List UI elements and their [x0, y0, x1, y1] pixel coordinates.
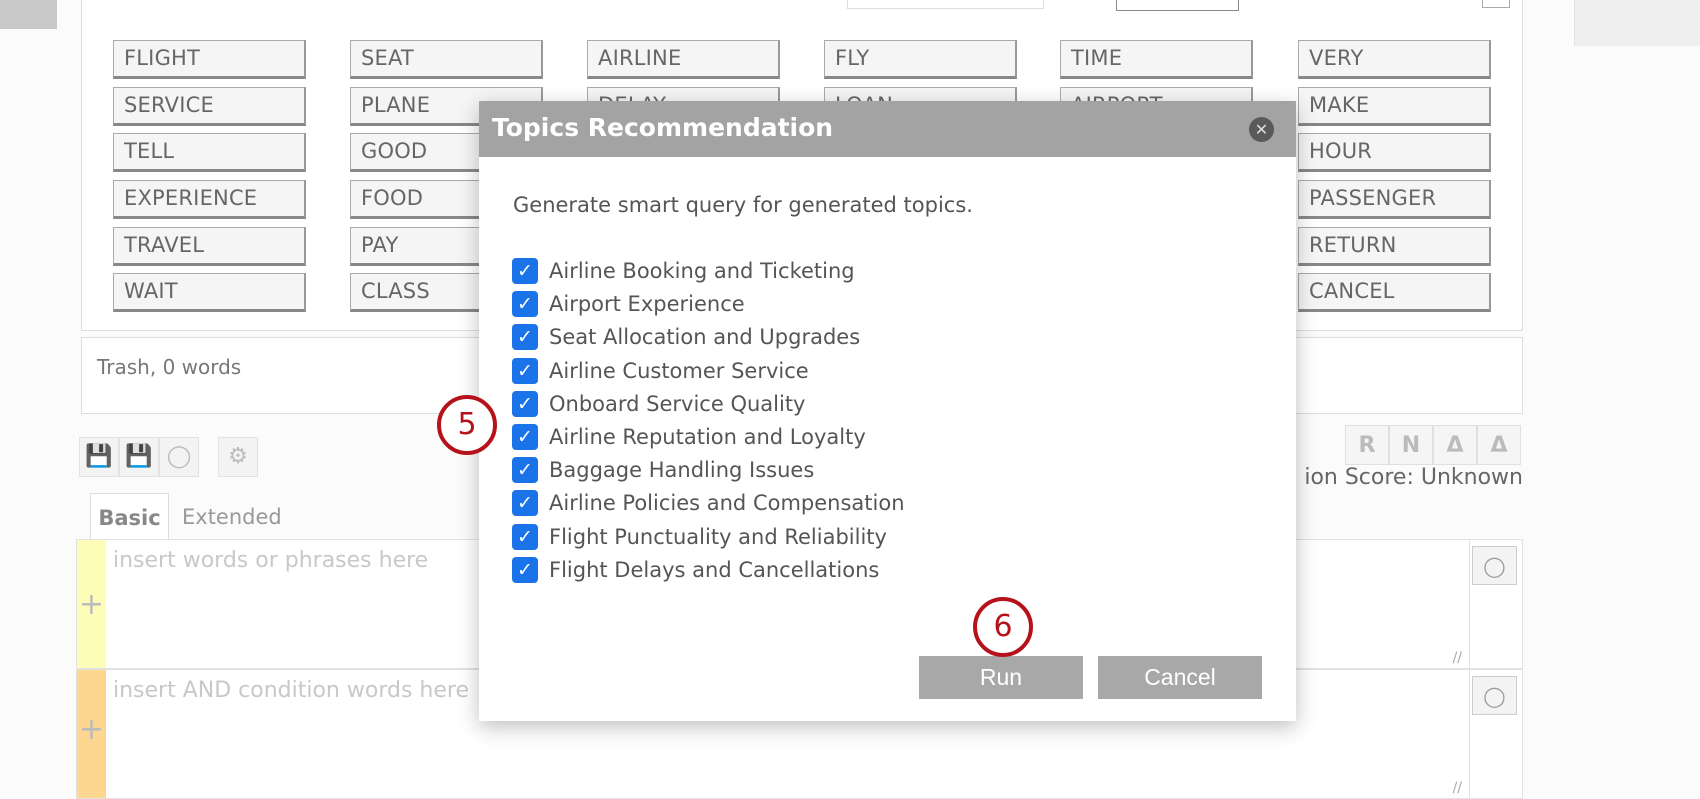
word-button[interactable]: HOUR: [1298, 133, 1491, 172]
topic-label: Airline Customer Service: [549, 359, 809, 383]
and-condition-placeholder: insert AND condition words here: [113, 678, 469, 703]
trash-label: Trash, 0 words: [97, 355, 241, 379]
words-placeholder: insert words or phrases here: [113, 548, 428, 573]
topic-label: Airline Reputation and Loyalty: [549, 425, 866, 449]
lightbulb-suggest-button[interactable]: ◯: [1472, 676, 1517, 715]
topic-item[interactable]: ✓ Onboard Service Quality: [512, 389, 805, 419]
topic-label: Flight Punctuality and Reliability: [549, 525, 887, 549]
word-button[interactable]: TIME: [1060, 40, 1253, 79]
topic-checkbox[interactable]: ✓: [512, 557, 538, 583]
word-button[interactable]: SEAT: [350, 40, 543, 79]
topic-label: Seat Allocation and Upgrades: [549, 325, 860, 349]
lightbulb-suggest-button[interactable]: ◯: [1472, 546, 1517, 585]
topic-checkbox[interactable]: ✓: [512, 358, 538, 384]
n-query-icon[interactable]: N: [1389, 425, 1433, 465]
topic-label: Baggage Handling Issues: [549, 458, 814, 482]
left-sidebar-block: [0, 0, 57, 29]
word-button[interactable]: CANCEL: [1298, 273, 1491, 312]
topic-checkbox[interactable]: ✓: [512, 258, 538, 284]
topics-recommendation-dialog: Topics Recommendation ✕ Generate smart q…: [479, 101, 1296, 721]
tab-basic[interactable]: Basic: [90, 493, 169, 540]
step-5-callout: 5: [437, 395, 497, 455]
word-button[interactable]: MAKE: [1298, 87, 1491, 126]
topic-item[interactable]: ✓ Airline Booking and Ticketing: [512, 256, 855, 286]
r-query-icon[interactable]: R: [1345, 425, 1389, 465]
topic-item[interactable]: ✓ Airline Policies and Compensation: [512, 488, 905, 518]
word-button[interactable]: VERY: [1298, 40, 1491, 79]
save-icon[interactable]: 💾: [79, 437, 119, 477]
sort-select[interactable]: [1116, 0, 1239, 11]
topic-item[interactable]: ✓ Baggage Handling Issues: [512, 455, 814, 485]
topic-item[interactable]: ✓ Flight Delays and Cancellations: [512, 555, 879, 585]
run-button[interactable]: Run: [919, 656, 1083, 699]
settings-sliders-icon[interactable]: ⚙: [218, 437, 258, 477]
word-button[interactable]: TRAVEL: [113, 227, 306, 266]
dialog-title: Topics Recommendation: [492, 113, 833, 142]
word-button[interactable]: EXPERIENCE: [113, 180, 306, 219]
topic-item[interactable]: ✓ Airline Customer Service: [512, 356, 809, 386]
add-words-icon[interactable]: +: [77, 540, 106, 668]
save-as-icon[interactable]: 💾: [119, 437, 159, 477]
options-checkbox[interactable]: [1482, 0, 1510, 8]
topic-checkbox[interactable]: ✓: [512, 490, 538, 516]
topic-item[interactable]: ✓ Airport Experience: [512, 289, 745, 319]
resize-grip-icon[interactable]: //: [1453, 780, 1462, 796]
topic-label: Airline Booking and Ticketing: [549, 259, 855, 283]
topic-label: Onboard Service Quality: [549, 392, 805, 416]
step-6-callout: 6: [973, 597, 1033, 657]
topic-item[interactable]: ✓ Flight Punctuality and Reliability: [512, 522, 887, 552]
tab-extended[interactable]: Extended: [182, 493, 282, 540]
topic-item[interactable]: ✓ Seat Allocation and Upgrades: [512, 322, 860, 352]
word-button[interactable]: AIRLINE: [587, 40, 780, 79]
topic-checkbox[interactable]: ✓: [512, 291, 538, 317]
word-button[interactable]: RETURN: [1298, 227, 1491, 266]
word-button[interactable]: FLY: [824, 40, 1017, 79]
cancel-button[interactable]: Cancel: [1098, 656, 1262, 699]
dialog-header: Topics Recommendation ✕: [479, 101, 1296, 157]
dialog-description: Generate smart query for generated topic…: [513, 193, 973, 217]
delta-minus-icon[interactable]: Δ: [1477, 425, 1521, 465]
close-icon[interactable]: ✕: [1249, 117, 1274, 142]
topic-checkbox[interactable]: ✓: [512, 324, 538, 350]
topic-label: Airline Policies and Compensation: [549, 491, 905, 515]
word-button[interactable]: FLIGHT: [113, 40, 306, 79]
word-button[interactable]: WAIT: [113, 273, 306, 312]
filter-folder-button[interactable]: [1574, 0, 1700, 46]
word-button[interactable]: TELL: [113, 133, 306, 172]
topic-item[interactable]: ✓ Airline Reputation and Loyalty: [512, 422, 866, 452]
search-input[interactable]: [847, 0, 1044, 9]
lightbulb-icon[interactable]: ◯: [159, 437, 199, 477]
topic-checkbox[interactable]: ✓: [512, 391, 538, 417]
add-and-condition-icon[interactable]: +: [77, 670, 106, 798]
topic-checkbox[interactable]: ✓: [512, 457, 538, 483]
topic-label: Airport Experience: [549, 292, 745, 316]
delta-plus-icon[interactable]: Δ: [1433, 425, 1477, 465]
topic-checkbox[interactable]: ✓: [512, 524, 538, 550]
resize-grip-icon[interactable]: //: [1453, 650, 1462, 666]
word-button[interactable]: SERVICE: [113, 87, 306, 126]
topic-checkbox[interactable]: ✓: [512, 424, 538, 450]
word-button[interactable]: PASSENGER: [1298, 180, 1491, 219]
topic-label: Flight Delays and Cancellations: [549, 558, 879, 582]
